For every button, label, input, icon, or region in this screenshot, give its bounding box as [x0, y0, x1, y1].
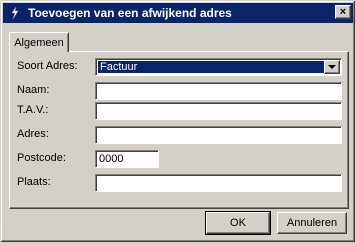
soort-adres-value: Factuur [98, 61, 324, 73]
plaats-label: Plaats: [17, 176, 51, 188]
adres-label: Adres: [17, 128, 49, 140]
app-icon [7, 5, 23, 21]
soort-adres-label: Soort Adres: [17, 60, 78, 72]
tav-field-box [95, 102, 342, 120]
postcode-field-box [95, 150, 159, 168]
tav-label: T.A.V.: [17, 104, 49, 116]
soort-adres-select[interactable]: Factuur [95, 58, 342, 76]
close-icon: × [339, 5, 347, 18]
naam-label: Naam: [17, 84, 50, 96]
postcode-field[interactable] [96, 151, 158, 167]
plaats-field-box [95, 174, 342, 192]
close-button[interactable]: × [335, 5, 351, 19]
plaats-field[interactable] [96, 175, 341, 191]
adres-field-box [95, 126, 342, 144]
naam-field[interactable] [96, 83, 341, 99]
chevron-down-icon [328, 65, 336, 69]
dropdown-button[interactable] [324, 60, 340, 74]
cancel-button[interactable]: Annuleren [277, 212, 347, 234]
window-title: Toevoegen van een afwijkend adres [28, 6, 232, 20]
ok-button[interactable]: OK [205, 211, 271, 235]
postcode-label: Postcode: [17, 152, 66, 164]
dialog-window: Toevoegen van een afwijkend adres × Alge… [0, 0, 356, 243]
adres-field[interactable] [96, 127, 341, 143]
naam-field-box [95, 82, 342, 100]
title-bar[interactable]: Toevoegen van een afwijkend adres × [3, 3, 353, 23]
tav-field[interactable] [96, 103, 341, 119]
tab-label: Algemeen [14, 36, 64, 49]
tab-algemeen[interactable]: Algemeen [9, 32, 69, 52]
